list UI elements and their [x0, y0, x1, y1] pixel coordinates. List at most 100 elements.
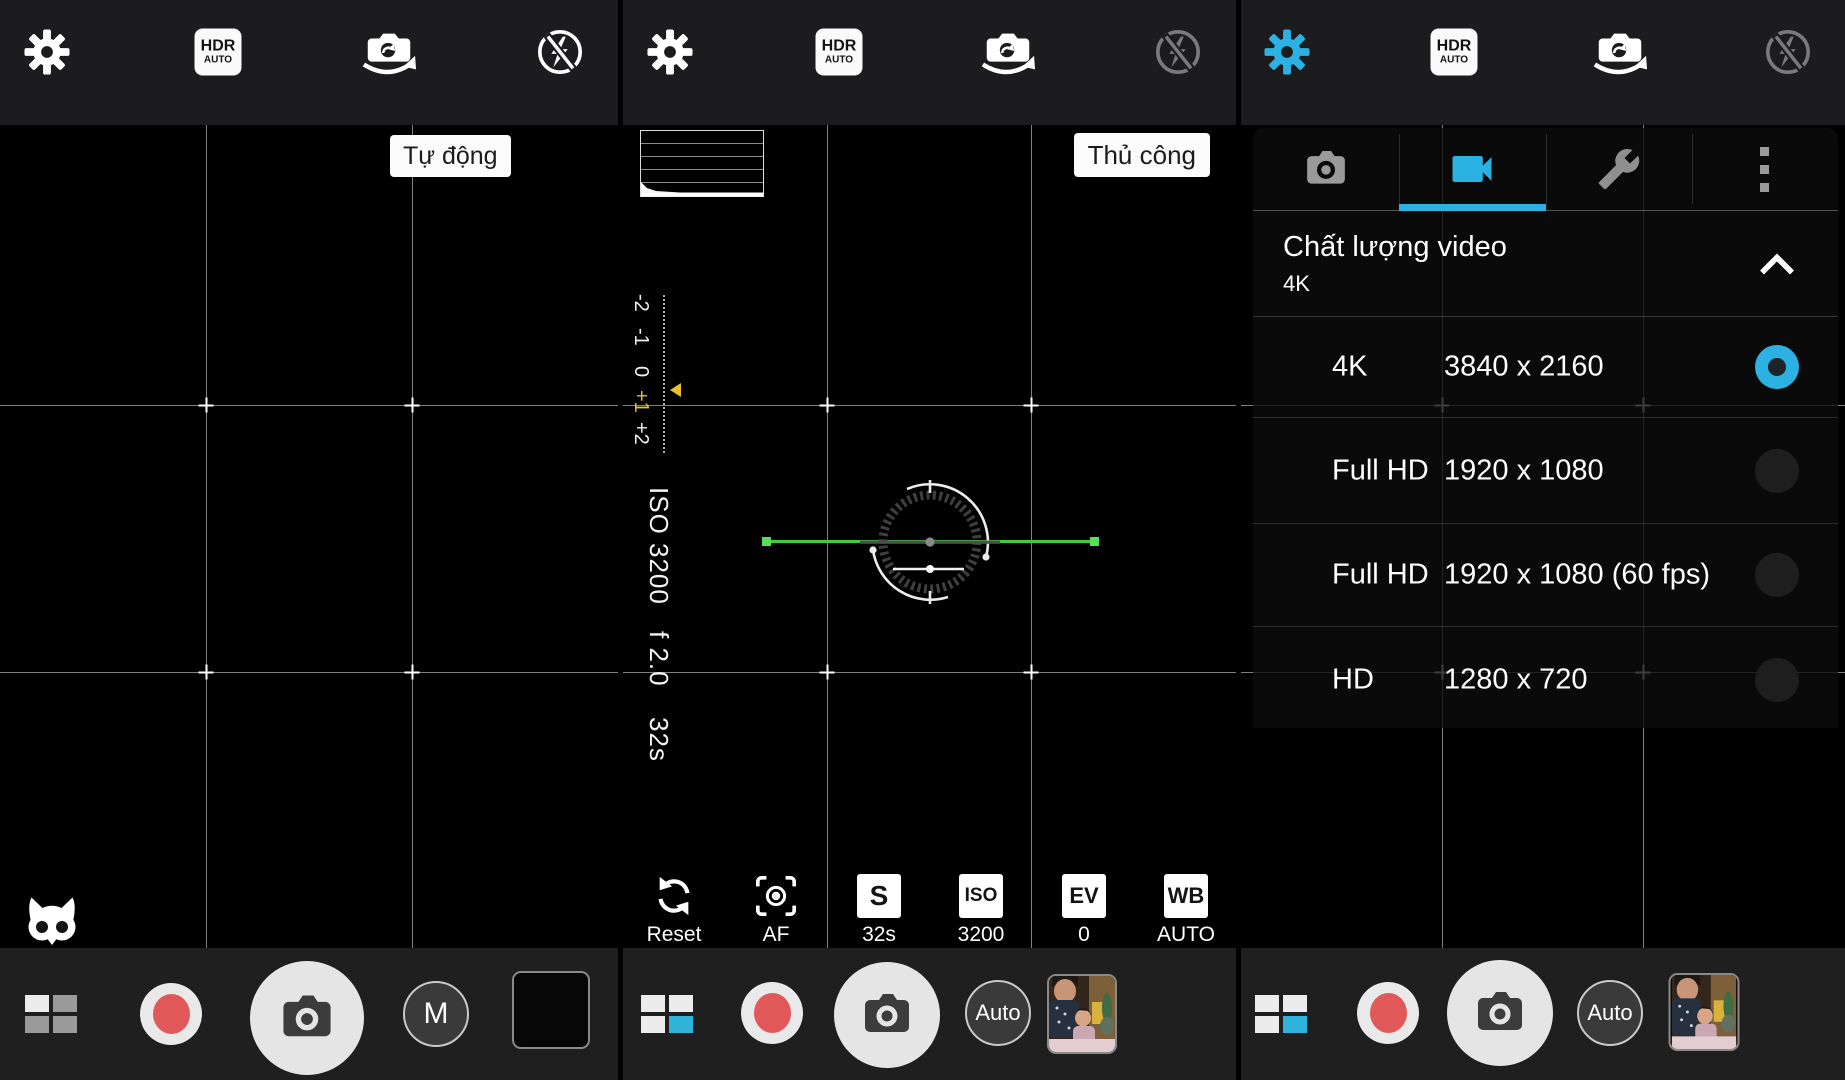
- mode-grid-button[interactable]: [1255, 995, 1307, 1033]
- settings-gear-icon[interactable]: [1264, 29, 1311, 76]
- af-icon: [738, 874, 814, 918]
- level-cap: [1090, 537, 1099, 546]
- grid-cross: [1024, 398, 1039, 413]
- grid-cross: [820, 665, 835, 680]
- shutter-button[interactable]: [834, 962, 940, 1068]
- shutter-speed-readout: 32s: [643, 717, 674, 762]
- shutter-speed-control[interactable]: S 32s: [841, 874, 917, 947]
- tab-camera-settings[interactable]: [1253, 128, 1399, 210]
- mode-grid-button[interactable]: [641, 995, 693, 1033]
- camera-icon: [1472, 990, 1528, 1036]
- settings-gear-icon[interactable]: [647, 29, 694, 76]
- quality-row-fullhd-60fps[interactable]: Full HD 1920 x 1080 (60 fps): [1253, 524, 1838, 627]
- grid-line: [827, 125, 828, 948]
- bottombar: Auto: [1241, 948, 1845, 1080]
- quality-row-hd[interactable]: HD 1280 x 720: [1253, 627, 1838, 733]
- aperture-readout: f 2.0: [643, 631, 674, 687]
- tab-video-settings[interactable]: [1399, 128, 1545, 210]
- owl-logo-icon: [26, 896, 78, 946]
- panel-manual-mode: HDR AUTO Thủ công -2: [623, 0, 1236, 1080]
- level-cap: [762, 537, 771, 546]
- active-tab-underline: [1399, 204, 1545, 211]
- grid-cross: [820, 398, 835, 413]
- wrench-icon: [1597, 147, 1641, 191]
- hdr-auto-icon[interactable]: HDR AUTO: [816, 29, 863, 76]
- level-dial: [860, 472, 1000, 612]
- chevron-up-icon[interactable]: [1758, 253, 1796, 276]
- last-photo: [1049, 976, 1115, 1052]
- camera-icon: [277, 993, 337, 1043]
- grid-cross: [199, 665, 214, 680]
- shutter-button[interactable]: [250, 961, 364, 1075]
- panel-auto-mode: HDR AUTO Tự động M: [0, 0, 618, 1080]
- ev-control[interactable]: EV 0: [1046, 874, 1122, 947]
- settings-gear-icon[interactable]: [24, 29, 71, 76]
- setting-current-value: 4K: [1283, 271, 1310, 297]
- mode-grid-button[interactable]: [25, 995, 77, 1033]
- radio-unselected[interactable]: [1755, 553, 1799, 597]
- overflow-dots-icon: [1760, 147, 1769, 192]
- camera-icon: [859, 992, 915, 1038]
- video-quality-header[interactable]: Chất lượng video 4K: [1253, 211, 1838, 317]
- manual-mode-button[interactable]: M: [403, 981, 469, 1047]
- last-photo: [1671, 975, 1738, 1049]
- grid-cross: [199, 398, 214, 413]
- record-button[interactable]: [741, 982, 803, 1044]
- wb-control[interactable]: WB AUTO: [1148, 874, 1224, 947]
- switch-camera-icon[interactable]: [361, 28, 417, 76]
- mode-toast: Tự động: [390, 135, 511, 177]
- hdr-auto-icon[interactable]: HDR AUTO: [195, 29, 242, 76]
- quality-row-fullhd[interactable]: Full HD 1920 x 1080: [1253, 418, 1838, 524]
- gallery-thumbnail[interactable]: [1669, 973, 1740, 1051]
- iso-readout: ISO 3200: [643, 487, 674, 605]
- grid-cross: [405, 665, 420, 680]
- histogram: [640, 130, 764, 197]
- setting-title: Chất lượng video: [1283, 231, 1507, 264]
- shutter-button[interactable]: [1447, 960, 1553, 1066]
- grid-line: [412, 125, 413, 948]
- panel-settings: HDR AUTO: [1241, 0, 1845, 1080]
- grid-line: [206, 125, 207, 948]
- radio-unselected[interactable]: [1755, 658, 1799, 702]
- tab-overflow[interactable]: [1692, 128, 1838, 210]
- ev-ruler: -2 -1 0 +1 +2: [623, 285, 683, 465]
- hdr-auto-icon[interactable]: HDR AUTO: [1431, 29, 1478, 76]
- gallery-thumbnail[interactable]: [512, 971, 590, 1049]
- switch-camera-icon[interactable]: [1592, 28, 1648, 76]
- video-icon: [1446, 143, 1498, 195]
- topbar: HDR AUTO: [1241, 0, 1845, 125]
- camera-icon: [1302, 149, 1350, 189]
- gallery-thumbnail[interactable]: [1047, 974, 1117, 1054]
- bottombar: Auto: [623, 948, 1236, 1080]
- settings-tabs: [1253, 128, 1838, 211]
- mode-toast: Thủ công: [1074, 133, 1210, 177]
- radio-unselected[interactable]: [1755, 449, 1799, 493]
- record-button[interactable]: [1357, 982, 1419, 1044]
- grid-line: [0, 672, 618, 673]
- quality-row-4k[interactable]: 4K 3840 x 2160: [1253, 317, 1838, 418]
- grid-cross: [405, 398, 420, 413]
- auto-mode-button[interactable]: Auto: [1577, 980, 1643, 1046]
- grid-line: [0, 405, 618, 406]
- tab-other-settings[interactable]: [1546, 128, 1692, 210]
- grid-line: [623, 405, 1236, 406]
- grid-line: [1031, 125, 1032, 948]
- grid-cross: [1024, 665, 1039, 680]
- camera-app-composite: HDR AUTO Tự động M: [0, 0, 1845, 1080]
- ev-indicator-icon: [670, 383, 681, 397]
- flash-off-icon[interactable]: [535, 27, 585, 77]
- topbar: HDR AUTO: [0, 0, 618, 125]
- reset-control[interactable]: Reset: [636, 874, 712, 947]
- record-button[interactable]: [140, 983, 202, 1045]
- flash-off-icon[interactable]: [1763, 27, 1813, 77]
- reset-icon: [636, 874, 712, 918]
- af-control[interactable]: AF: [738, 874, 814, 947]
- flash-off-icon[interactable]: [1153, 27, 1203, 77]
- ev-tick-dots: [663, 295, 665, 453]
- iso-control[interactable]: ISO 3200: [943, 874, 1019, 947]
- auto-mode-button[interactable]: Auto: [965, 980, 1031, 1046]
- bottombar: M: [0, 948, 618, 1080]
- settings-sheet: Chất lượng video 4K 4K 3840 x 2160 Full …: [1253, 128, 1838, 728]
- switch-camera-icon[interactable]: [980, 28, 1036, 76]
- radio-selected[interactable]: [1755, 345, 1799, 389]
